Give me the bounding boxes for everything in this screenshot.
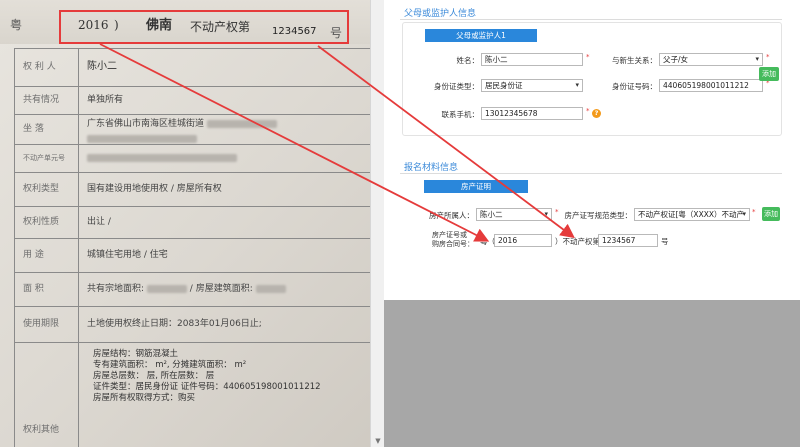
enrollment-form: 父母或监护人信息 父母或监护人1 姓名： 陈小二 * 与新生关系： 父子/女 *… bbox=[384, 0, 800, 300]
idtype-label: 身份证类型： bbox=[434, 82, 479, 91]
row-value-area: 共有宗地面积: / 房屋建筑面积: bbox=[79, 273, 384, 307]
name-label: 姓名： bbox=[456, 56, 480, 65]
row-value: 国有建设用地使用权 / 房屋所有权 bbox=[79, 173, 384, 207]
certtype-label: 房产证写规范类型： bbox=[564, 211, 633, 220]
required-mark: * bbox=[766, 53, 770, 61]
row-label: 用 途 bbox=[15, 239, 79, 273]
divider bbox=[400, 173, 782, 174]
certificate-table: 权 利 人 陈小二 共有情况 单独所有 坐 落 广东省佛山市南海区桂城街道 不动… bbox=[14, 48, 384, 447]
guardian-section-title: 父母或监护人信息 bbox=[404, 9, 477, 19]
required-mark: * bbox=[586, 53, 590, 61]
required-mark: * bbox=[586, 107, 590, 115]
building-area-label: / 房屋建筑面积: bbox=[189, 284, 253, 294]
phone-label: 联系手机： bbox=[441, 110, 480, 119]
phone-input[interactable]: 13012345678 bbox=[481, 107, 583, 120]
redaction bbox=[87, 135, 197, 143]
row-label: 面 积 bbox=[15, 273, 79, 307]
cert-prefix: 粤 bbox=[10, 18, 23, 32]
row-value: 城镇住宅用地 / 住宅 bbox=[79, 239, 384, 273]
row-value: 出让 / bbox=[79, 207, 384, 239]
tab-guardian-1[interactable]: 父母或监护人1 bbox=[425, 29, 537, 42]
land-area-label: 共有宗地面积: bbox=[87, 284, 145, 294]
help-icon[interactable]: ? bbox=[592, 109, 601, 118]
redaction bbox=[87, 153, 237, 162]
row-value-unit bbox=[79, 145, 384, 173]
certificate-notes: 房屋结构：钢筋混凝土 专有建筑面积： m², 分摊建筑面积： m² 房屋总层数：… bbox=[79, 349, 384, 404]
row-label: 权 利 人 bbox=[15, 49, 79, 87]
owner-label: 房产所属人： bbox=[429, 211, 474, 220]
row-label: 权利其他 bbox=[15, 343, 79, 447]
certtype-select[interactable]: 不动产权证[粤（XXXX）不动产 bbox=[634, 208, 750, 221]
redaction bbox=[146, 284, 187, 293]
owner-select[interactable]: 陈小二 bbox=[476, 208, 552, 221]
certtype-value: 不动产权证[粤（XXXX）不动产 bbox=[638, 210, 744, 219]
certno-prefix: 粤（ bbox=[480, 237, 495, 246]
note-line: 专有建筑面积： m², 分摊建筑面积： m² bbox=[93, 360, 247, 370]
highlight-box bbox=[59, 10, 349, 44]
certno-suffix: 号 bbox=[661, 237, 669, 246]
cert-number-input[interactable]: 1234567 bbox=[598, 234, 658, 247]
row-value: 土地使用权终止日期：2083年01月06日止; bbox=[79, 307, 384, 343]
material-section-title: 报名材料信息 bbox=[404, 163, 459, 173]
note-line: 房屋总层数： 层, 所在层数： 层 bbox=[93, 371, 215, 381]
name-input[interactable]: 陈小二 bbox=[481, 53, 583, 66]
relation-value: 父子/女 bbox=[663, 55, 689, 64]
idtype-select[interactable]: 居民身份证 bbox=[481, 79, 583, 92]
certno-middle: ）不动产权第 bbox=[555, 237, 600, 246]
empty-area bbox=[384, 300, 800, 447]
row-label: 坐 落 bbox=[15, 115, 79, 145]
row-label: 共有情况 bbox=[15, 87, 79, 115]
add-guardian-button[interactable]: 添加 bbox=[759, 67, 779, 81]
row-value: 单独所有 bbox=[79, 87, 384, 115]
scrollbar[interactable]: ▼ bbox=[370, 0, 384, 447]
row-label: 权利性质 bbox=[15, 207, 79, 239]
note-line: 证件类型：居民身份证 证件号码：440605198001011212 bbox=[93, 382, 321, 392]
idno-input[interactable]: 440605198001011212 bbox=[659, 79, 763, 92]
scroll-down-icon[interactable]: ▼ bbox=[374, 437, 382, 445]
idtype-value: 居民身份证 bbox=[485, 81, 523, 90]
owner-value: 陈小二 bbox=[480, 210, 503, 219]
row-label: 使用期限 bbox=[15, 307, 79, 343]
note-line: 房屋所有权取得方式：购买 bbox=[93, 393, 196, 403]
relation-select[interactable]: 父子/女 bbox=[659, 53, 763, 66]
certificate-photo: 粤 2016 ) 佛南 不动产权第 1234567 号 权 利 人 陈小二 共有… bbox=[0, 0, 384, 447]
note-line: 房屋结构：钢筋混凝土 bbox=[93, 349, 179, 359]
guardian-panel: 父母或监护人1 姓名： 陈小二 * 与新生关系： 父子/女 * 身份证类型： 居… bbox=[402, 22, 782, 136]
idno-label: 身份证号码： bbox=[612, 82, 657, 91]
row-label: 不动产单元号 bbox=[15, 145, 79, 173]
address-text: 广东省佛山市南海区桂城街道 bbox=[87, 119, 205, 129]
material-panel: 房产证明 房产所属人： 陈小二 * 房产证写规范类型： 不动产权证[粤（XXXX… bbox=[402, 176, 782, 258]
row-value-address: 广东省佛山市南海区桂城街道 bbox=[79, 115, 384, 145]
row-value: 陈小二 bbox=[79, 49, 384, 87]
screenshot-root: 粤 2016 ) 佛南 不动产权第 1234567 号 权 利 人 陈小二 共有… bbox=[0, 0, 800, 447]
redaction bbox=[255, 284, 286, 293]
tab-property-proof[interactable]: 房产证明 bbox=[424, 180, 528, 193]
redaction bbox=[206, 119, 277, 128]
relation-label: 与新生关系： bbox=[612, 56, 657, 65]
cert-year-input[interactable]: 2016 bbox=[494, 234, 552, 247]
certno-label-line2: 购房合同号： bbox=[432, 240, 474, 248]
divider bbox=[400, 19, 782, 20]
required-mark: * bbox=[752, 208, 756, 216]
add-material-button[interactable]: 添加 bbox=[762, 207, 780, 221]
row-label: 权利类型 bbox=[15, 173, 79, 207]
